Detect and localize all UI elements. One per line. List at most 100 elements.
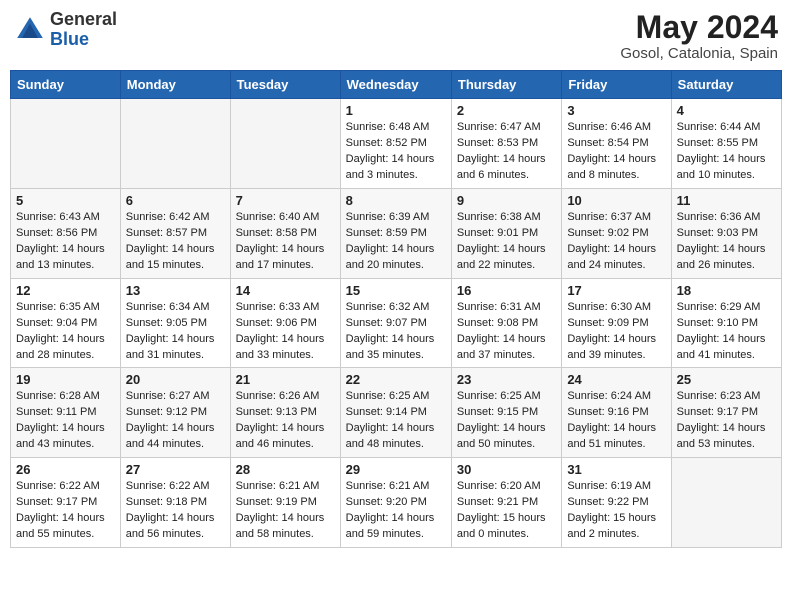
day-info: Sunrise: 6:23 AM Sunset: 9:17 PM Dayligh…: [677, 389, 776, 453]
logo-general-text: General: [50, 10, 117, 30]
logo-text: General Blue: [50, 10, 117, 50]
title-block: May 2024 Gosol, Catalonia, Spain: [620, 10, 778, 62]
calendar-cell: 21 Sunrise: 6:26 AM Sunset: 9:13 PM Dayli…: [230, 368, 340, 458]
calendar-cell: 7Sunrise: 6:40 AM Sunset: 8:58 PM Daylig…: [230, 188, 340, 278]
day-info: Sunrise: 6:28 AM Sunset: 9:11 PM Dayligh…: [16, 389, 115, 453]
weekday-header-monday: Monday: [120, 71, 230, 99]
day-info: Sunrise: 6:26 AM Sunset: 9:13 PM Dayligh…: [236, 389, 335, 453]
calendar-cell: 11 Sunrise: 6:36 AM Sunset: 9:03 PM Dayli…: [671, 188, 781, 278]
day-info: Sunrise: 6:20 AM Sunset: 9:21 PM Dayligh…: [457, 479, 556, 543]
calendar-week-4: 19 Sunrise: 6:28 AM Sunset: 9:11 PM Dayli…: [11, 368, 782, 458]
day-number: 12: [16, 283, 115, 298]
day-number: 22: [346, 372, 446, 387]
day-number: 30: [457, 462, 556, 477]
weekday-header-row: SundayMondayTuesdayWednesdayThursdayFrid…: [11, 71, 782, 99]
day-number: 4: [677, 103, 776, 118]
calendar-cell: 12 Sunrise: 6:35 AM Sunset: 9:04 PM Dayli…: [11, 278, 121, 368]
logo-blue-text: Blue: [50, 30, 117, 50]
calendar-cell: 10 Sunrise: 6:37 AM Sunset: 9:02 PM Dayli…: [562, 188, 671, 278]
day-info: Sunrise: 6:38 AM Sunset: 9:01 PM Dayligh…: [457, 210, 556, 274]
calendar-week-3: 12 Sunrise: 6:35 AM Sunset: 9:04 PM Dayli…: [11, 278, 782, 368]
calendar-cell: 28 Sunrise: 6:21 AM Sunset: 9:19 PM Dayli…: [230, 458, 340, 548]
calendar-week-1: 1 Sunrise: 6:48 AM Sunset: 8:52 PM Daylig…: [11, 99, 782, 189]
day-info: Sunrise: 6:43 AM Sunset: 8:56 PM Dayligh…: [16, 210, 115, 274]
day-number: 7: [236, 193, 335, 208]
day-number: 13: [126, 283, 225, 298]
day-number: 1: [346, 103, 446, 118]
calendar-cell: 8 Sunrise: 6:39 AM Sunset: 8:59 PM Daylig…: [340, 188, 451, 278]
weekday-header-sunday: Sunday: [11, 71, 121, 99]
calendar-cell: [671, 458, 781, 548]
calendar-cell: 20Sunrise: 6:27 AM Sunset: 9:12 PM Dayli…: [120, 368, 230, 458]
calendar-cell: 2 Sunrise: 6:47 AM Sunset: 8:53 PM Daylig…: [451, 99, 561, 189]
calendar-cell: [230, 99, 340, 189]
day-info: Sunrise: 6:42 AM Sunset: 8:57 PM Dayligh…: [126, 210, 225, 274]
day-info: Sunrise: 6:30 AM Sunset: 9:09 PM Dayligh…: [567, 300, 665, 364]
day-number: 6: [126, 193, 225, 208]
calendar-cell: 15 Sunrise: 6:32 AM Sunset: 9:07 PM Dayli…: [340, 278, 451, 368]
calendar-cell: 29Sunrise: 6:21 AM Sunset: 9:20 PM Dayli…: [340, 458, 451, 548]
page-header: General Blue May 2024 Gosol, Catalonia, …: [10, 10, 782, 62]
day-number: 11: [677, 193, 776, 208]
weekday-header-tuesday: Tuesday: [230, 71, 340, 99]
weekday-header-saturday: Saturday: [671, 71, 781, 99]
calendar-cell: 9Sunrise: 6:38 AM Sunset: 9:01 PM Daylig…: [451, 188, 561, 278]
day-info: Sunrise: 6:21 AM Sunset: 9:20 PM Dayligh…: [346, 479, 446, 543]
calendar-cell: 3Sunrise: 6:46 AM Sunset: 8:54 PM Daylig…: [562, 99, 671, 189]
day-number: 8: [346, 193, 446, 208]
day-number: 27: [126, 462, 225, 477]
day-info: Sunrise: 6:36 AM Sunset: 9:03 PM Dayligh…: [677, 210, 776, 274]
day-info: Sunrise: 6:44 AM Sunset: 8:55 PM Dayligh…: [677, 120, 776, 184]
day-info: Sunrise: 6:33 AM Sunset: 9:06 PM Dayligh…: [236, 300, 335, 364]
calendar-cell: 5 Sunrise: 6:43 AM Sunset: 8:56 PM Daylig…: [11, 188, 121, 278]
day-number: 17: [567, 283, 665, 298]
day-number: 10: [567, 193, 665, 208]
calendar-cell: 31Sunrise: 6:19 AM Sunset: 9:22 PM Dayli…: [562, 458, 671, 548]
calendar-cell: 27Sunrise: 6:22 AM Sunset: 9:18 PM Dayli…: [120, 458, 230, 548]
weekday-header-wednesday: Wednesday: [340, 71, 451, 99]
day-info: Sunrise: 6:25 AM Sunset: 9:14 PM Dayligh…: [346, 389, 446, 453]
calendar-cell: 18 Sunrise: 6:29 AM Sunset: 9:10 PM Dayli…: [671, 278, 781, 368]
day-number: 24: [567, 372, 665, 387]
day-number: 18: [677, 283, 776, 298]
calendar-table: SundayMondayTuesdayWednesdayThursdayFrid…: [10, 70, 782, 548]
day-info: Sunrise: 6:34 AM Sunset: 9:05 PM Dayligh…: [126, 300, 225, 364]
day-info: Sunrise: 6:48 AM Sunset: 8:52 PM Dayligh…: [346, 120, 446, 184]
day-number: 20: [126, 372, 225, 387]
logo-icon: [14, 14, 46, 46]
location-subtitle: Gosol, Catalonia, Spain: [620, 45, 778, 62]
day-info: Sunrise: 6:39 AM Sunset: 8:59 PM Dayligh…: [346, 210, 446, 274]
logo: General Blue: [14, 10, 117, 50]
day-info: Sunrise: 6:32 AM Sunset: 9:07 PM Dayligh…: [346, 300, 446, 364]
day-number: 23: [457, 372, 556, 387]
day-number: 5: [16, 193, 115, 208]
day-number: 15: [346, 283, 446, 298]
day-number: 2: [457, 103, 556, 118]
day-number: 26: [16, 462, 115, 477]
calendar-cell: 22 Sunrise: 6:25 AM Sunset: 9:14 PM Dayli…: [340, 368, 451, 458]
day-info: Sunrise: 6:46 AM Sunset: 8:54 PM Dayligh…: [567, 120, 665, 184]
weekday-header-friday: Friday: [562, 71, 671, 99]
calendar-cell: 30 Sunrise: 6:20 AM Sunset: 9:21 PM Dayli…: [451, 458, 561, 548]
day-info: Sunrise: 6:19 AM Sunset: 9:22 PM Dayligh…: [567, 479, 665, 543]
day-info: Sunrise: 6:29 AM Sunset: 9:10 PM Dayligh…: [677, 300, 776, 364]
day-info: Sunrise: 6:37 AM Sunset: 9:02 PM Dayligh…: [567, 210, 665, 274]
day-info: Sunrise: 6:35 AM Sunset: 9:04 PM Dayligh…: [16, 300, 115, 364]
day-number: 25: [677, 372, 776, 387]
day-number: 21: [236, 372, 335, 387]
day-number: 19: [16, 372, 115, 387]
weekday-header-thursday: Thursday: [451, 71, 561, 99]
calendar-cell: 16Sunrise: 6:31 AM Sunset: 9:08 PM Dayli…: [451, 278, 561, 368]
day-info: Sunrise: 6:47 AM Sunset: 8:53 PM Dayligh…: [457, 120, 556, 184]
calendar-cell: 14Sunrise: 6:33 AM Sunset: 9:06 PM Dayli…: [230, 278, 340, 368]
calendar-cell: 26Sunrise: 6:22 AM Sunset: 9:17 PM Dayli…: [11, 458, 121, 548]
calendar-cell: 25 Sunrise: 6:23 AM Sunset: 9:17 PM Dayli…: [671, 368, 781, 458]
calendar-cell: 24Sunrise: 6:24 AM Sunset: 9:16 PM Dayli…: [562, 368, 671, 458]
day-number: 28: [236, 462, 335, 477]
day-info: Sunrise: 6:31 AM Sunset: 9:08 PM Dayligh…: [457, 300, 556, 364]
day-info: Sunrise: 6:21 AM Sunset: 9:19 PM Dayligh…: [236, 479, 335, 543]
calendar-cell: 1 Sunrise: 6:48 AM Sunset: 8:52 PM Daylig…: [340, 99, 451, 189]
month-year-title: May 2024: [620, 10, 778, 45]
calendar-cell: [11, 99, 121, 189]
calendar-cell: 23Sunrise: 6:25 AM Sunset: 9:15 PM Dayli…: [451, 368, 561, 458]
